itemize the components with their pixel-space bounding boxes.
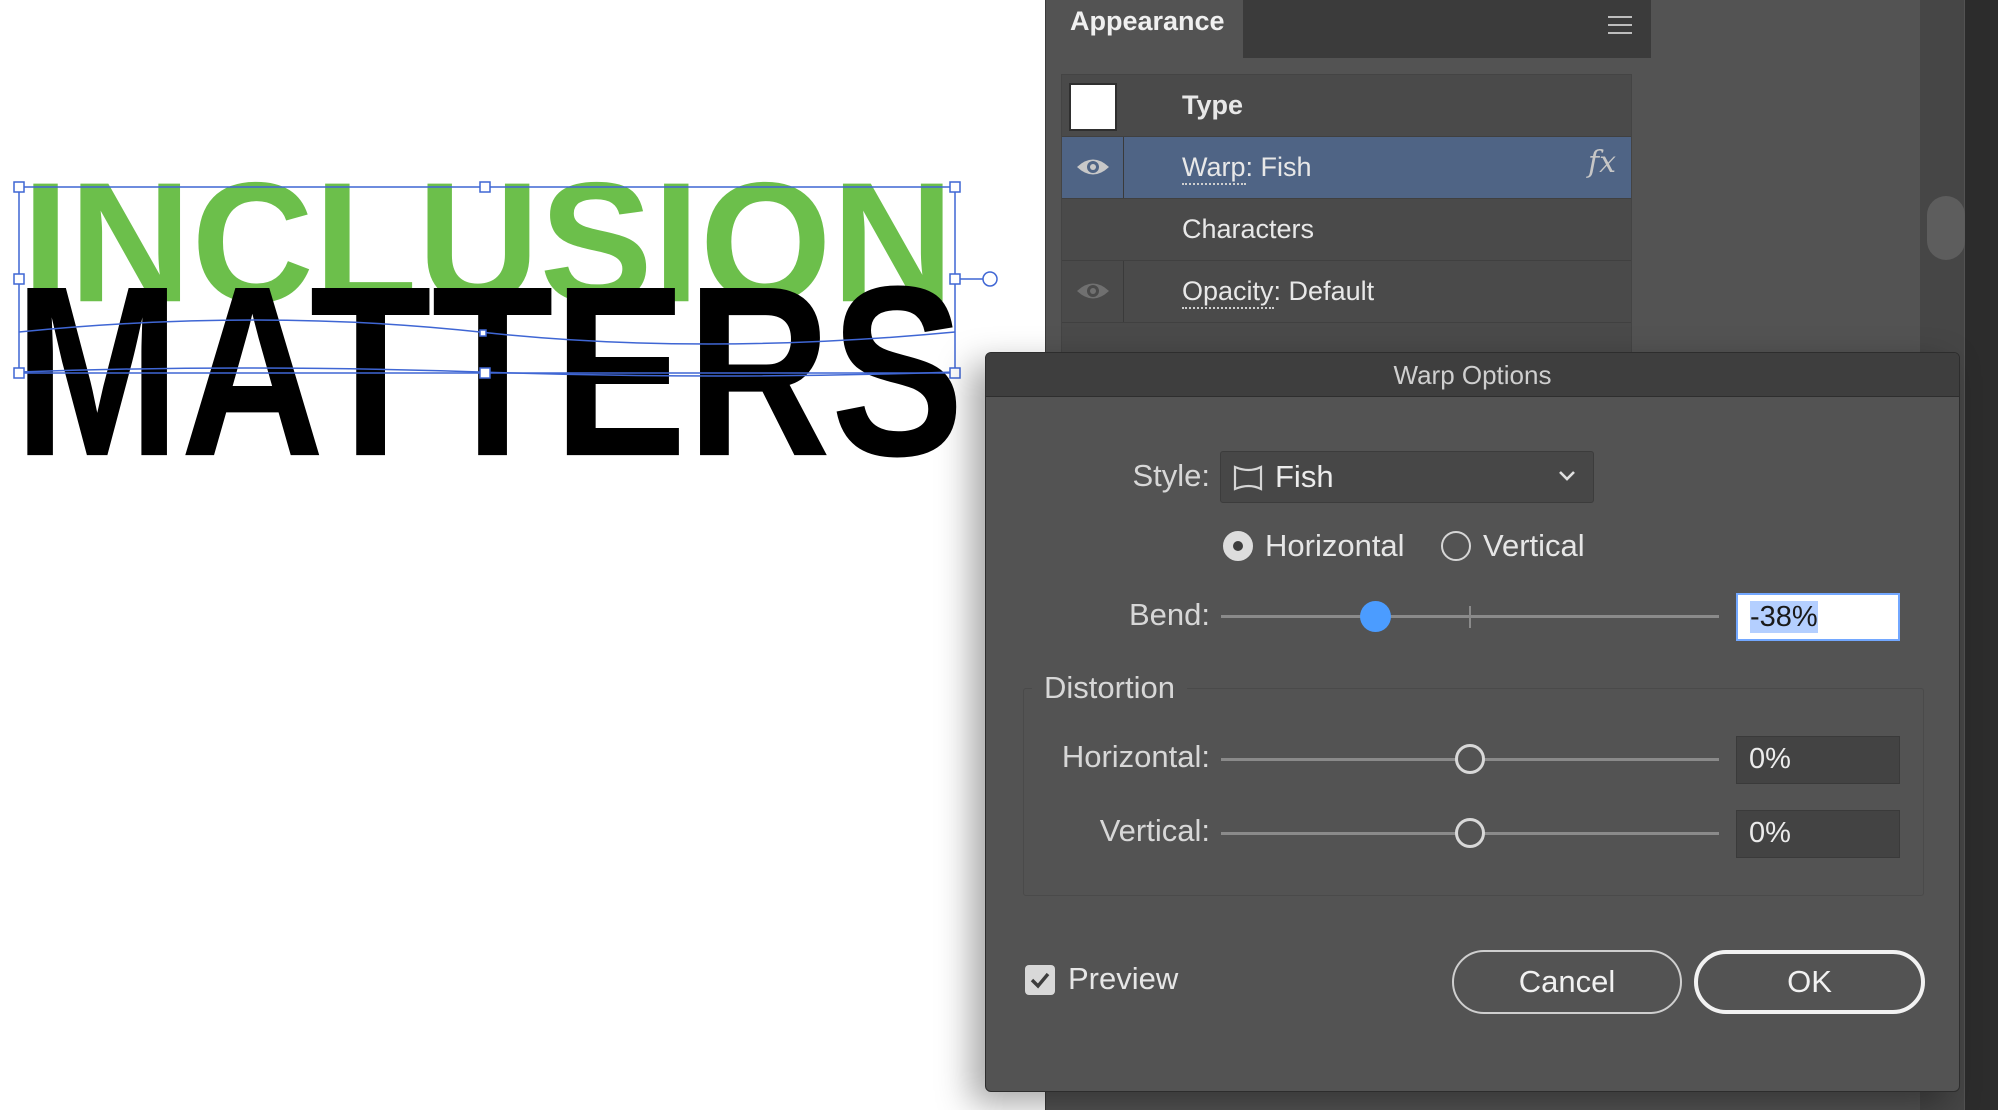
horizontal-distortion-input[interactable]: 0%: [1736, 736, 1900, 784]
horizontal-radio-label[interactable]: Horizontal: [1265, 528, 1405, 564]
fish-warp-icon: [1233, 465, 1263, 491]
vertical-distortion-label: Vertical:: [1099, 813, 1210, 848]
horizontal-distortion-knob[interactable]: [1455, 744, 1485, 774]
distortion-title: Distortion: [1032, 670, 1187, 706]
selection-handle: [949, 181, 961, 193]
type-thumbnail: [1069, 83, 1117, 131]
eye-icon[interactable]: [1062, 261, 1124, 322]
bend-slider-knob[interactable]: [1359, 601, 1391, 632]
ok-button[interactable]: OK: [1694, 950, 1925, 1014]
bend-label: Bend:: [1128, 597, 1210, 632]
style-value: Fish: [1275, 459, 1334, 494]
selection-handle: [479, 329, 487, 337]
selection-handle: [949, 367, 961, 379]
bend-slider-center-tick: [1469, 606, 1471, 628]
cancel-button[interactable]: Cancel: [1452, 950, 1682, 1014]
style-label: Style:: [1132, 458, 1210, 493]
bend-value: -38%: [1750, 601, 1818, 633]
preview-checkbox[interactable]: [1025, 965, 1055, 995]
warp-options-dialog: Warp Options Style: Fish Horizontal Vert…: [985, 352, 1960, 1092]
row-label-characters: Characters: [1182, 214, 1315, 244]
appearance-row-opacity[interactable]: Opacity: Default: [1062, 261, 1631, 323]
checkmark-icon: [1030, 972, 1050, 989]
selection-handle: [949, 273, 961, 285]
opacity-link[interactable]: Opacity: [1182, 276, 1274, 309]
scrollbar-thumb[interactable]: [1927, 196, 1965, 260]
appearance-row-type[interactable]: Type: [1062, 75, 1631, 137]
chevron-down-icon: [1559, 471, 1575, 481]
visibility-toggle[interactable]: [1062, 261, 1124, 322]
horizontal-distortion-value: 0%: [1749, 743, 1791, 775]
style-dropdown[interactable]: Fish: [1220, 451, 1594, 503]
selection-handle: [13, 181, 25, 193]
selection-handle: [13, 273, 25, 285]
eye-icon[interactable]: [1062, 137, 1124, 198]
opacity-value: : Default: [1273, 276, 1375, 306]
horizontal-distortion-label: Horizontal:: [1061, 739, 1210, 774]
vertical-radio[interactable]: [1441, 531, 1471, 561]
vertical-distortion-input[interactable]: 0%: [1736, 810, 1900, 858]
fx-icon[interactable]: fx: [1588, 145, 1616, 180]
appearance-row-warp[interactable]: Warp: Fish fx: [1062, 137, 1631, 199]
appearance-row-characters[interactable]: Characters: [1062, 199, 1631, 261]
dialog-title[interactable]: Warp Options: [986, 353, 1959, 397]
toolbar-strip: [1965, 0, 1998, 1110]
distortion-group: [1023, 688, 1924, 896]
preview-label[interactable]: Preview: [1068, 961, 1178, 997]
row-label-type: Type: [1182, 90, 1244, 120]
selection-handle: [479, 367, 491, 379]
warp-effect-value: : Fish: [1245, 152, 1312, 182]
panel-tab-bar: Appearance: [1046, 0, 1651, 58]
artwork[interactable]: INCLUSION MATTERS: [0, 150, 1000, 570]
artboard-canvas[interactable]: INCLUSION MATTERS: [0, 0, 1045, 1110]
tab-appearance[interactable]: Appearance: [1046, 0, 1243, 58]
visibility-toggle[interactable]: [1062, 137, 1124, 198]
selection-handle: [479, 181, 491, 193]
selection-handle: [13, 367, 25, 379]
vertical-distortion-value: 0%: [1749, 817, 1791, 849]
horizontal-radio[interactable]: [1223, 531, 1253, 561]
bend-input[interactable]: -38%: [1736, 593, 1900, 641]
panel-menu-icon[interactable]: [1606, 14, 1636, 38]
rotate-handle: [982, 271, 998, 287]
warp-effect-link[interactable]: Warp: [1182, 152, 1246, 185]
vertical-radio-label[interactable]: Vertical: [1483, 528, 1585, 564]
vertical-distortion-knob[interactable]: [1455, 818, 1485, 848]
